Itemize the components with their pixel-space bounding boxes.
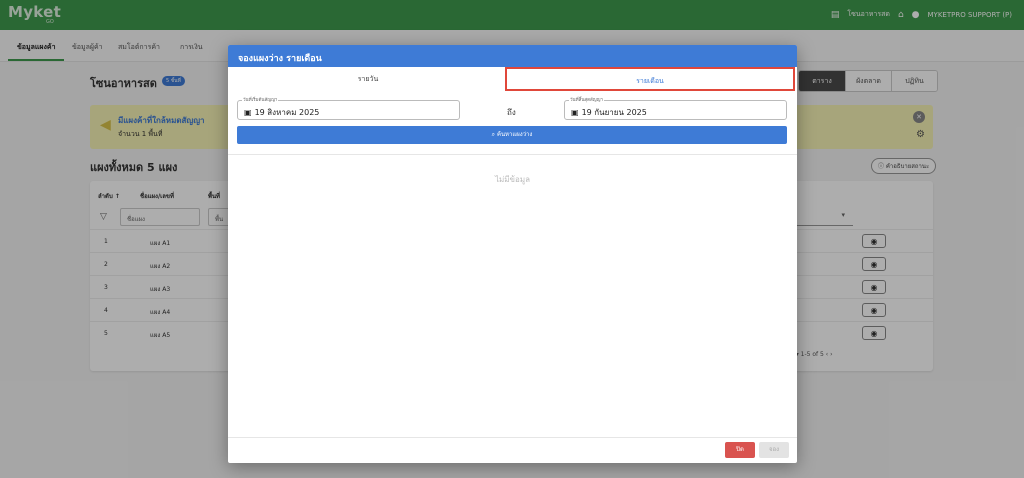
start-date-field[interactable]: วันที่เริ่มต้นสัญญา ▣ 19 สิงหาคม 2025 xyxy=(237,96,460,120)
monthly-booking-dialog: จองแผงว่าง รายเดือน รายวัน รายเดือน วันท… xyxy=(228,45,797,463)
start-date-label: วันที่เริ่มต้นสัญญา xyxy=(242,96,279,103)
search-button-label: ค้นหาแผงว่าง xyxy=(496,131,533,138)
empty-state: ไม่มีข้อมูล xyxy=(494,175,531,184)
to-label: ถึง xyxy=(507,108,516,117)
tab-daily[interactable]: รายวัน xyxy=(228,67,508,91)
book-button[interactable]: จอง xyxy=(759,442,789,458)
search-available-button[interactable]: ⌕ ค้นหาแผงว่าง xyxy=(237,126,787,144)
footer-divider xyxy=(228,437,797,438)
calendar-icon: ▣ xyxy=(571,108,579,117)
start-date-value: ▣ 19 สิงหาคม 2025 xyxy=(244,106,319,119)
divider xyxy=(228,154,797,155)
end-date-text: 19 กันยายน 2025 xyxy=(581,108,647,117)
calendar-icon: ▣ xyxy=(244,108,252,117)
search-icon: ⌕ xyxy=(491,131,496,138)
end-date-value: ▣ 19 กันยายน 2025 xyxy=(571,106,647,119)
end-date-label: วันที่สิ้นสุดสัญญา xyxy=(569,96,605,103)
dialog-title: จองแผงว่าง รายเดือน xyxy=(228,45,797,67)
end-date-field[interactable]: วันที่สิ้นสุดสัญญา ▣ 19 กันยายน 2025 xyxy=(564,96,787,120)
start-date-text: 19 สิงหาคม 2025 xyxy=(254,108,320,117)
tab-monthly[interactable]: รายเดือน xyxy=(505,67,795,91)
close-button[interactable]: ปิด xyxy=(725,442,755,458)
